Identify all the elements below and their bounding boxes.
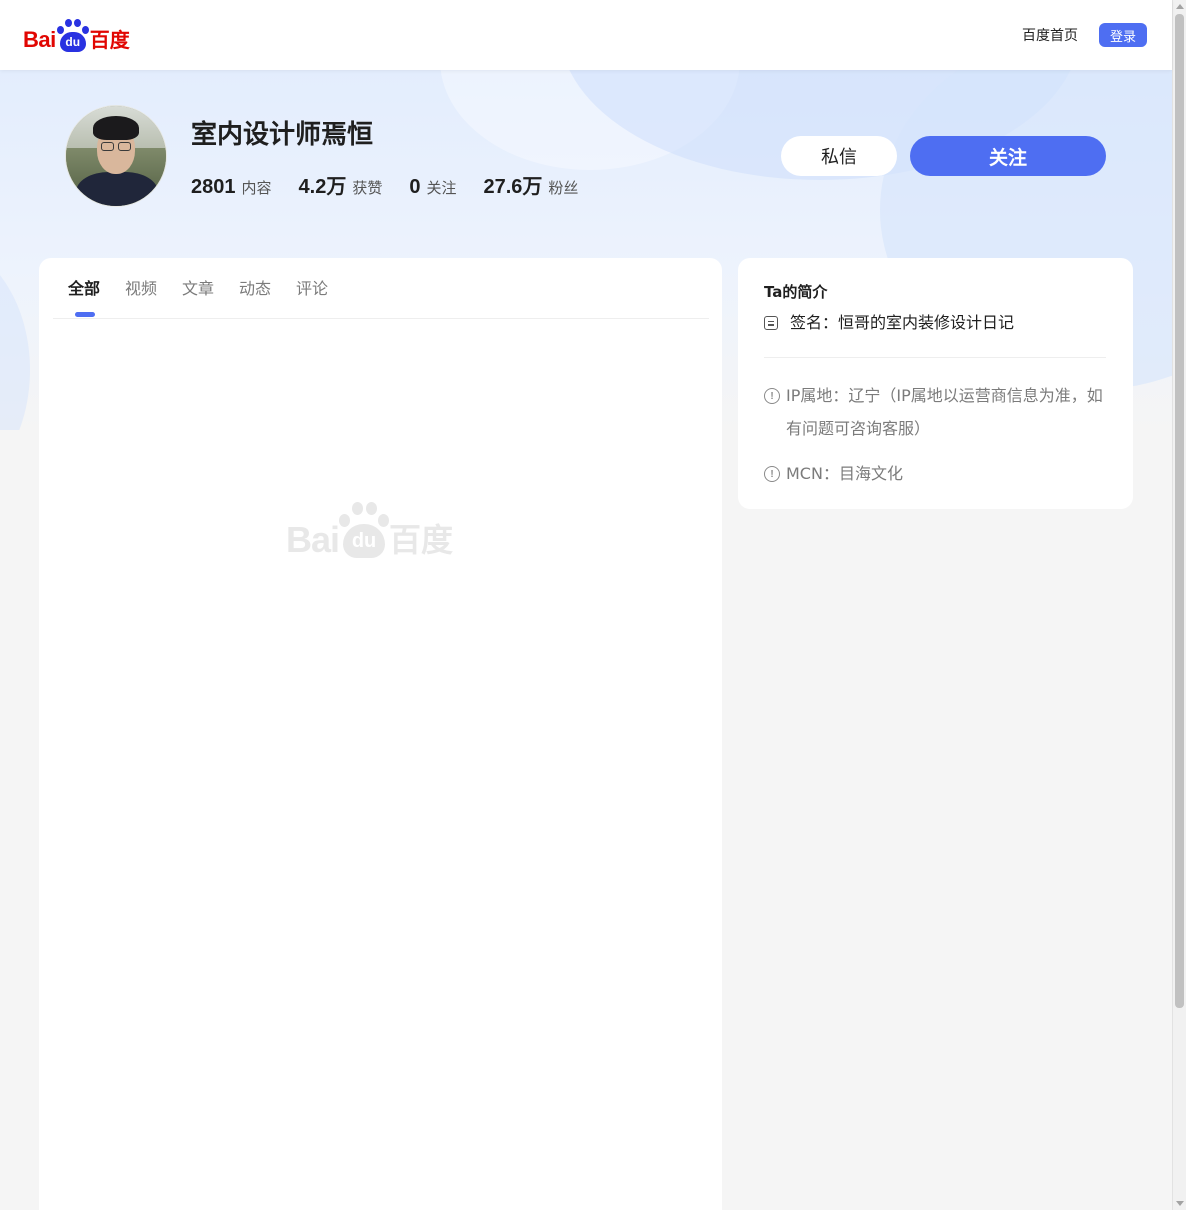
- note-icon: [764, 316, 778, 330]
- tab-article[interactable]: 文章: [182, 278, 214, 300]
- login-button[interactable]: 登录: [1099, 23, 1147, 47]
- paw-icon: du: [56, 19, 89, 53]
- mcn-text: MCN：目海文化: [786, 464, 903, 483]
- stat-likes: 4.2万 获赞: [299, 170, 383, 199]
- baidu-home-link[interactable]: 百度首页: [1022, 25, 1078, 45]
- watermark-latin-text: Bai: [286, 519, 340, 560]
- stat-label: 关注: [426, 179, 457, 197]
- signature-text: 签名：恒哥的室内装修设计日记: [790, 313, 1015, 332]
- stat-value: 4.2万: [298, 176, 347, 198]
- ip-location-row: ! IP属地：辽宁（IP属地以运营商信息为准，如有问题可咨询客服）: [764, 384, 1108, 445]
- logo-latin-text: Bai: [23, 27, 56, 52]
- stat-content[interactable]: 2801 内容: [191, 176, 272, 199]
- stat-fans[interactable]: 27.6万 粉丝: [483, 170, 578, 199]
- info-icon: !: [764, 388, 780, 404]
- loading-watermark-logo: Bai du 百度: [286, 502, 453, 560]
- follow-button[interactable]: 关注: [910, 136, 1106, 176]
- logo-paw-text: du: [65, 35, 81, 49]
- tab-dynamic[interactable]: 动态: [239, 278, 271, 300]
- stat-value: 2801: [191, 176, 236, 198]
- watermark-paw-text: du: [351, 530, 377, 552]
- watermark-paw-icon: du: [339, 502, 390, 560]
- top-header: Bai du 百度 百度首页 登录: [0, 0, 1172, 70]
- stat-label: 内容: [241, 179, 272, 197]
- content-tabs: 全部 视频 文章 动态 评论: [53, 258, 709, 319]
- page-scrollbar[interactable]: [1172, 0, 1186, 1210]
- scroll-down-arrow-icon[interactable]: [1176, 1201, 1184, 1206]
- active-tab-indicator: [75, 312, 95, 317]
- scrollbar-thumb[interactable]: [1175, 14, 1184, 1008]
- mcn-row: ! MCN：目海文化: [764, 462, 1108, 490]
- tab-video[interactable]: 视频: [125, 278, 157, 300]
- baidu-logo[interactable]: Bai du 百度: [23, 17, 133, 53]
- avatar[interactable]: [65, 105, 167, 207]
- intro-card: Ta的简介 签名：恒哥的室内装修设计日记 ! IP属地：辽宁（IP属地以运营商信…: [738, 258, 1133, 509]
- signature-row: 签名：恒哥的室内装修设计日记: [764, 312, 1014, 334]
- divider: [764, 357, 1106, 358]
- stat-value: 27.6万: [483, 176, 543, 198]
- logo-chinese-text: 百度: [89, 28, 130, 52]
- tab-comment[interactable]: 评论: [296, 278, 328, 300]
- content-panel: 全部 视频 文章 动态 评论 Bai du 百度: [39, 258, 722, 1210]
- stat-following[interactable]: 0 关注: [409, 176, 456, 199]
- tab-all[interactable]: 全部: [68, 278, 100, 300]
- ip-location-text: IP属地：辽宁（IP属地以运营商信息为准，如有问题可咨询客服）: [786, 386, 1103, 438]
- stat-value: 0: [409, 176, 421, 198]
- stat-label: 获赞: [352, 179, 383, 197]
- watermark-chinese-text: 百度: [389, 521, 454, 559]
- message-button[interactable]: 私信: [781, 136, 897, 176]
- intro-title: Ta的简介: [764, 283, 828, 301]
- info-icon: !: [764, 466, 780, 482]
- profile-name: 室内设计师焉恒: [191, 120, 374, 150]
- stat-label: 粉丝: [548, 179, 579, 197]
- profile-stats: 2801 内容 4.2万 获赞 0 关注 27.6万 粉丝: [191, 170, 605, 199]
- scroll-up-arrow-icon[interactable]: [1176, 4, 1184, 9]
